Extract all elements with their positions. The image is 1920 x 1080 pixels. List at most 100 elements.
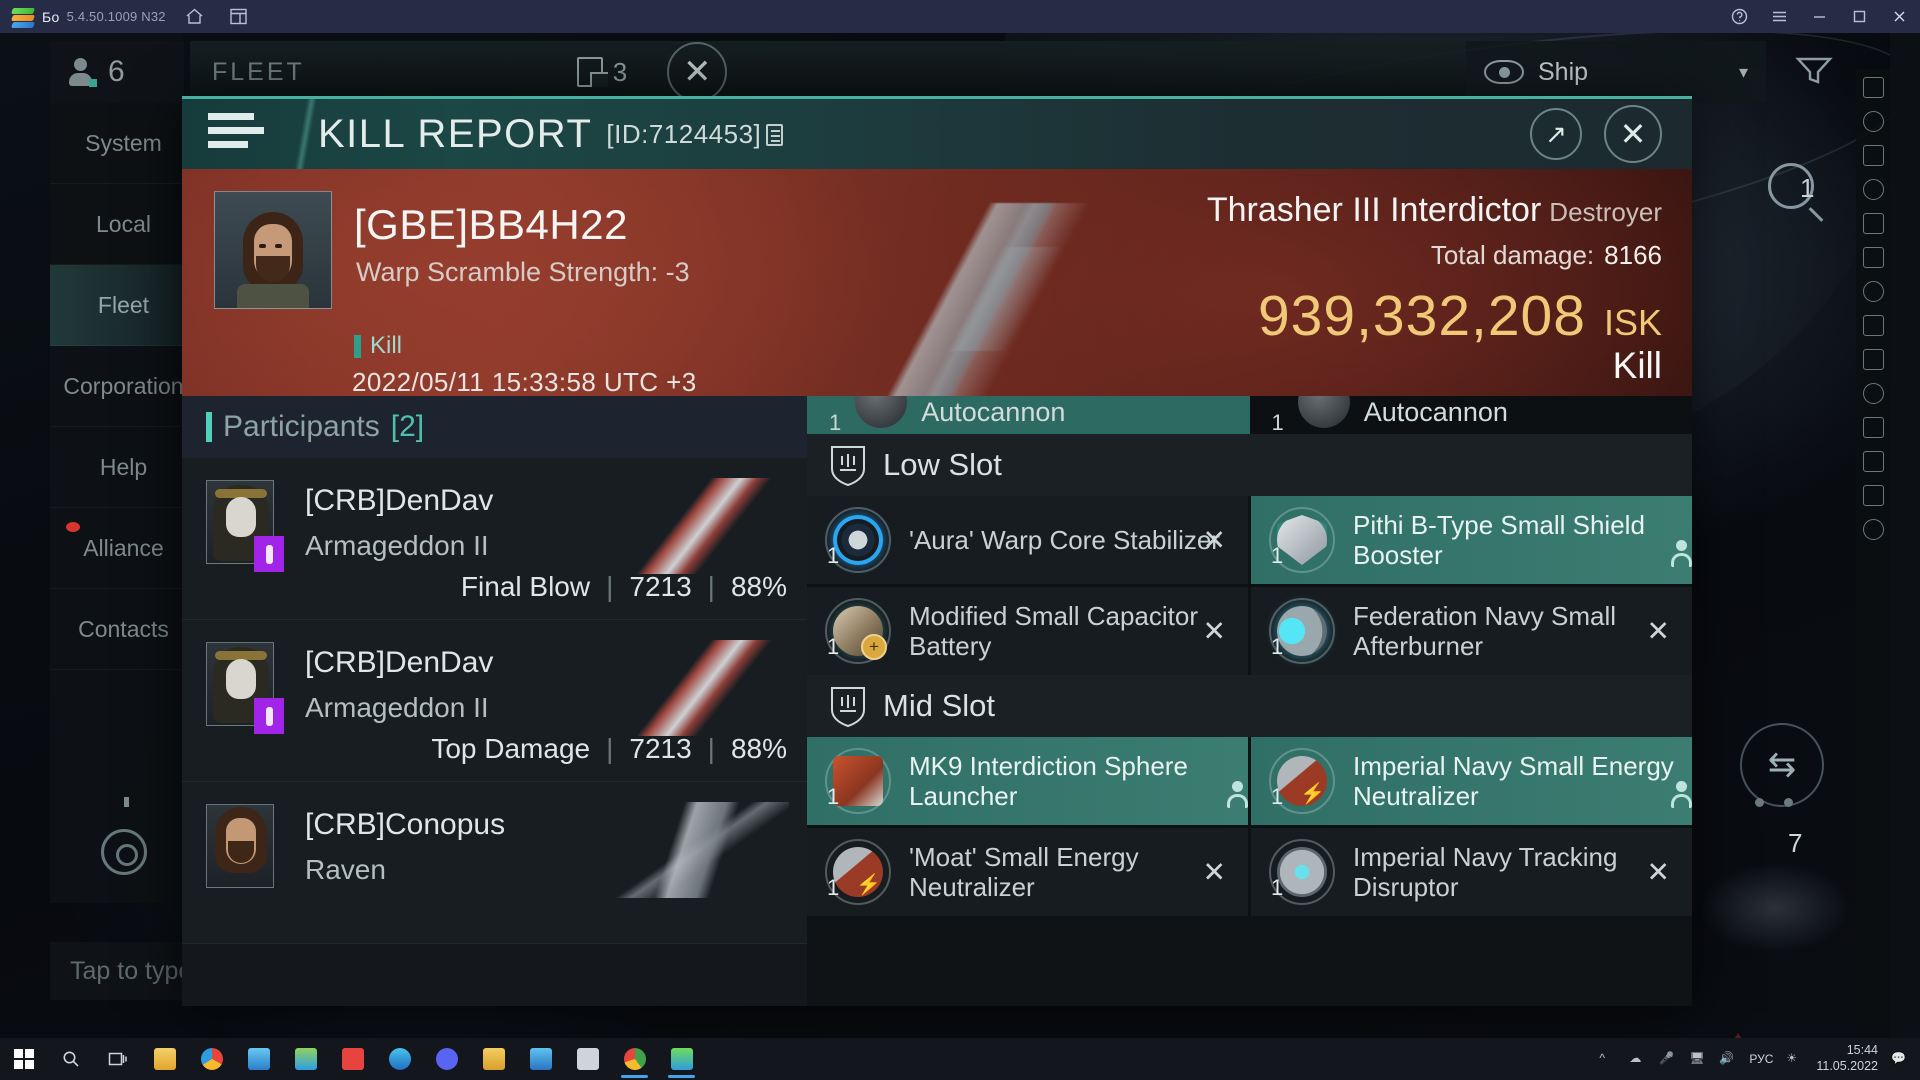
report-count[interactable]: 3	[576, 57, 627, 88]
sidebar-item-system[interactable]: System	[50, 103, 197, 184]
fitting-item[interactable]: 1 Autocannon	[1250, 396, 1693, 434]
taskbar-app-calculator[interactable]	[282, 1038, 329, 1080]
hamburger-icon[interactable]	[208, 113, 264, 155]
onedrive-icon[interactable]: ☁	[1629, 1051, 1646, 1068]
taskbar-app-edge[interactable]	[376, 1038, 423, 1080]
fitting-item[interactable]: 1 Modified Small Capacitor Battery ✕	[807, 587, 1248, 675]
rail-icon-14[interactable]	[1862, 519, 1884, 540]
fitting-item[interactable]: 1 Autocannon	[807, 396, 1250, 434]
table-row[interactable]: [CRB]DenDav Armageddon II Final Blow | 7…	[182, 458, 807, 620]
clock[interactable]: 15:44 11.05.2022	[1816, 1043, 1878, 1074]
rail-icon-13[interactable]	[1862, 485, 1884, 506]
language-indicator[interactable]: РУС	[1749, 1052, 1773, 1066]
taskbar-app-image-viewer[interactable]	[235, 1038, 282, 1080]
close-icon[interactable]: ✕	[1604, 105, 1662, 163]
swap-icon[interactable]: ⇆	[1740, 723, 1824, 807]
item-quantity: 1	[1271, 410, 1284, 434]
notification-icon[interactable]: 💬	[1891, 1051, 1908, 1068]
participant-percent: 88%	[730, 571, 787, 602]
tab-fleet[interactable]: FLEET	[212, 58, 305, 87]
participant-ship-artwork	[609, 640, 789, 736]
fitting-item[interactable]: 1 MK9 Interdiction Sphere Launcher	[807, 737, 1248, 825]
rail-icon-4[interactable]	[1862, 179, 1884, 200]
home-icon[interactable]	[180, 5, 210, 29]
copy-icon[interactable]	[766, 123, 784, 146]
online-user-count[interactable]: 6	[50, 41, 184, 103]
hud-close-button[interactable]: ✕	[667, 42, 728, 102]
ship-thumbnail	[1700, 863, 1850, 953]
rail-icon-12[interactable]	[1862, 451, 1884, 472]
minimize-icon[interactable]	[1804, 5, 1834, 29]
sidebar-item-alliance[interactable]: Alliance	[50, 508, 197, 589]
taskbar-app-chrome-active[interactable]	[611, 1038, 658, 1080]
fitting-item[interactable]: 1 'Aura' Warp Core Stabilizer ✕	[807, 496, 1248, 584]
rail-icon-8[interactable]	[1862, 315, 1884, 336]
rail-icon-11[interactable]	[1862, 417, 1884, 438]
fitting-item[interactable]: 1 'Moat' Small Energy Neutralizer ✕	[807, 828, 1248, 916]
item-quantity: 1	[827, 634, 840, 659]
item-quantity: 1	[1271, 875, 1284, 900]
tracking-disruptor-icon	[1277, 847, 1327, 897]
item-quantity: 1	[1271, 634, 1284, 659]
rail-icon-7[interactable]	[1862, 281, 1884, 302]
volume-icon[interactable]: 🔊	[1719, 1051, 1736, 1068]
fitting-item[interactable]: 1 Imperial Navy Tracking Disruptor ✕	[1251, 828, 1692, 916]
rail-icon-6[interactable]	[1862, 247, 1884, 268]
taskbar-app-store[interactable]	[517, 1038, 564, 1080]
fitting-item[interactable]: 1 Imperial Navy Small Energy Neutralizer	[1251, 737, 1692, 825]
item-icon-wrap: 1	[1269, 748, 1335, 814]
remove-icon[interactable]: ✕	[1647, 615, 1670, 648]
rail-icon-10[interactable]	[1862, 383, 1884, 404]
sidebar-item-contacts[interactable]: Contacts	[50, 589, 197, 670]
rail-icon-3[interactable]	[1862, 145, 1884, 166]
taskbar-app-bluestacks-active[interactable]	[658, 1038, 705, 1080]
taskbar-app-mail[interactable]	[329, 1038, 376, 1080]
report-id[interactable]: [ID:7124453]	[606, 119, 784, 150]
gear-icon[interactable]	[100, 829, 147, 875]
close-icon[interactable]	[1884, 5, 1914, 29]
remove-icon[interactable]: ✕	[1203, 524, 1226, 557]
chevron-up-icon[interactable]: ^	[1599, 1051, 1616, 1068]
remove-icon[interactable]: ✕	[1203, 615, 1226, 648]
sidebar-item-local[interactable]: Local	[50, 184, 197, 265]
multi-instance-icon[interactable]	[224, 5, 254, 29]
microphone-icon[interactable]: 🎤	[1659, 1051, 1676, 1068]
taskbar-app-folder[interactable]	[470, 1038, 517, 1080]
sidebar-item-fleet[interactable]: Fleet	[50, 265, 197, 346]
sidebar-item-help[interactable]: Help	[50, 427, 197, 508]
maximize-icon[interactable]	[1844, 5, 1874, 29]
taskbar-app-discord[interactable]	[423, 1038, 470, 1080]
table-row[interactable]: [CRB]Conopus Raven	[182, 782, 807, 944]
table-row[interactable]: [CRB]DenDav Armageddon II Top Damage | 7…	[182, 620, 807, 782]
rail-icon-5[interactable]	[1862, 213, 1884, 234]
help-icon[interactable]	[1724, 5, 1754, 29]
fitting-item[interactable]: 1 Pithi B-Type Small Shield Booster	[1251, 496, 1692, 584]
ship-filter-dropdown[interactable]: Ship ▾	[1466, 41, 1766, 103]
taskbar-app-file-explorer[interactable]	[141, 1038, 188, 1080]
funnel-icon[interactable]	[1792, 53, 1836, 92]
victim-avatar	[214, 191, 332, 309]
taskbar-app-google-chrome[interactable]	[188, 1038, 235, 1080]
item-icon-wrap: 1	[825, 507, 891, 573]
chevron-down-icon: ▾	[1738, 61, 1748, 82]
ship-filter-value: Ship	[1538, 57, 1589, 86]
participant-percent: 88%	[730, 733, 787, 764]
sidebar-nav: System Local Fleet Corporation Help Alli…	[50, 103, 197, 903]
share-icon[interactable]: ↗	[1530, 108, 1582, 160]
remove-icon[interactable]: ✕	[1203, 856, 1226, 889]
item-label: MK9 Interdiction Sphere Launcher	[909, 750, 1188, 811]
sidebar-item-corporation[interactable]: Corporation	[50, 346, 197, 427]
kill-timestamp: 2022/05/11 15:33:58 UTC +3	[352, 367, 697, 396]
windows-start-icon[interactable]	[0, 1038, 47, 1080]
network-icon[interactable]: ☀	[1786, 1051, 1803, 1068]
rail-icon-9[interactable]	[1862, 349, 1884, 370]
search-icon[interactable]	[47, 1038, 94, 1080]
display-icon[interactable]: 🖥	[1689, 1051, 1706, 1068]
task-view-icon[interactable]	[94, 1038, 141, 1080]
rail-icon-1[interactable]	[1862, 77, 1884, 98]
rail-icon-2[interactable]	[1862, 111, 1884, 132]
menu-icon[interactable]	[1764, 5, 1794, 29]
remove-icon[interactable]: ✕	[1647, 856, 1670, 889]
fitting-item[interactable]: 1 Federation Navy Small Afterburner ✕	[1251, 587, 1692, 675]
taskbar-app-snip-tool[interactable]	[564, 1038, 611, 1080]
